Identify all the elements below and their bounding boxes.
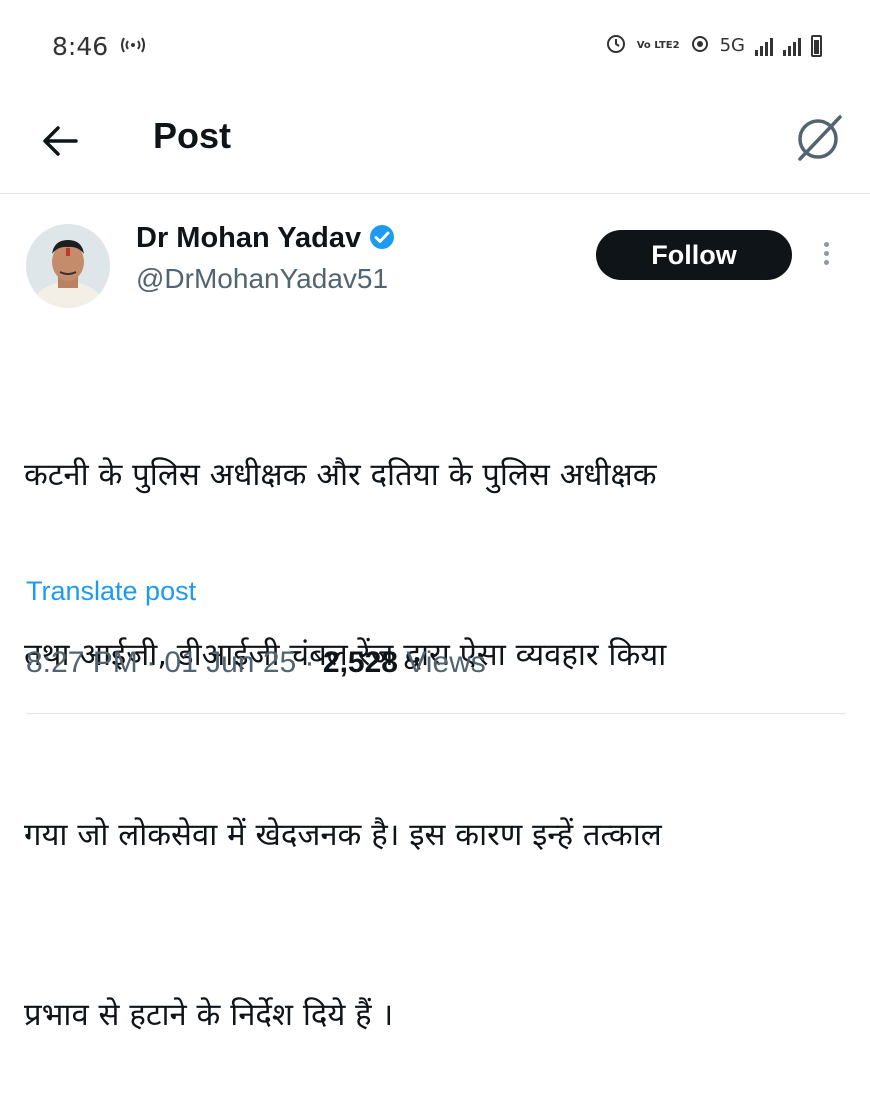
signal-icon xyxy=(755,36,773,56)
grok-icon[interactable] xyxy=(792,109,848,165)
wifi-icon xyxy=(690,34,710,57)
post-date: 01 Jun 25 xyxy=(164,646,297,679)
author-name[interactable]: Dr Mohan Yadav xyxy=(136,222,361,255)
views-label[interactable]: Views xyxy=(406,646,485,679)
alarm-icon xyxy=(605,32,627,59)
signal-icon-2 xyxy=(783,36,801,56)
views-count: 2,528 xyxy=(322,646,398,679)
status-bar: 8:46 Vo LTE2 5G xyxy=(0,0,870,90)
separator: · xyxy=(304,646,315,679)
post-text-line: प्रभाव से हटाने के निर्देश दिये हैं । xyxy=(24,997,394,1033)
page-title: Post xyxy=(153,115,232,156)
battery-icon xyxy=(811,34,822,57)
separator: · xyxy=(146,646,157,679)
post-time: 8:27 PM xyxy=(26,646,138,679)
translate-post-link[interactable]: Translate post xyxy=(26,576,196,607)
status-time: 8:46 xyxy=(52,32,109,61)
back-arrow-icon[interactable] xyxy=(38,119,82,163)
author-row: Dr Mohan Yadav xyxy=(136,222,395,255)
post-text-line: कटनी के पुलिस अधीक्षक और दतिया के पुलिस … xyxy=(24,457,657,493)
network-type: 5G xyxy=(719,35,745,56)
post-text: कटनी के पुलिस अधीक्षक और दतिया के पुलिस … xyxy=(24,325,854,1105)
hotspot-icon xyxy=(120,36,146,59)
app-bar: Post xyxy=(0,95,870,191)
volte-indicator: Vo LTE2 xyxy=(636,39,680,51)
follow-button[interactable]: Follow xyxy=(596,230,792,280)
post-meta: 8:27 PM · 01 Jun 25 · 2,528 Views xyxy=(26,646,486,680)
verified-badge-icon xyxy=(369,224,395,254)
post-text-line: गया जो लोकसेवा में खेदजनक है। इस कारण इन… xyxy=(24,817,662,853)
more-options-icon[interactable] xyxy=(816,238,836,274)
meta-divider xyxy=(26,713,846,714)
avatar[interactable] xyxy=(26,224,110,308)
header-divider xyxy=(0,193,870,194)
author-handle[interactable]: @DrMohanYadav51 xyxy=(136,263,388,295)
